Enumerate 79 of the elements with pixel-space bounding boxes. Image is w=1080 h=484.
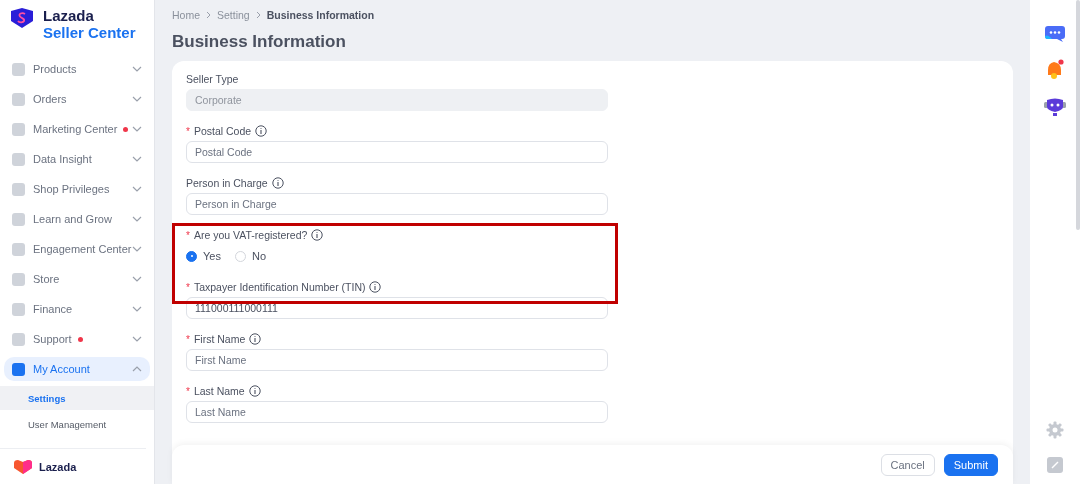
sidebar-item[interactable]: Data Insight [4,147,150,171]
field-label: Are you VAT-registered? [193,229,308,241]
sidebar-label: Engagement Center [33,243,132,255]
sidebar-label: My Account [33,363,90,375]
sidebar-label: Data Insight [33,153,92,165]
required-asterisk: * [186,333,190,345]
chevron-icon [132,276,142,282]
chevron-icon [255,11,261,19]
menu-icon [12,302,25,316]
sidebar-label: Products [33,63,77,75]
chevron-icon [132,96,142,102]
breadcrumb-link[interactable]: Home [172,9,200,21]
submit-button[interactable]: Submit [943,454,998,476]
sidebar-item[interactable]: Marketing Center [4,117,150,141]
field-label: Taxpayer Identification Number (TIN) [193,281,366,293]
field-label: First Name [193,333,246,345]
required-asterisk: * [186,229,190,241]
chevron-icon [206,11,211,19]
text-field[interactable]: Postal Code [186,141,608,163]
required-asterisk: * [186,281,190,293]
menu-icon [12,332,25,346]
chevron-icon [132,216,142,222]
required-asterisk: * [186,125,190,137]
chevron-icon [132,246,142,252]
menu-icon [12,122,25,136]
menu-icon [12,182,25,196]
chevron-icon [132,66,142,72]
chevron-icon [132,366,142,372]
sidebar-item[interactable]: Orders [4,87,150,111]
chevron-icon [132,336,142,342]
sidebar-item[interactable]: Support [4,327,150,351]
sidebar-item[interactable]: Finance [4,297,150,321]
text-field[interactable]: Last Name [186,401,608,423]
sidebar-label: Support [33,333,72,345]
breadcrumb-link[interactable]: Business Information [266,9,375,21]
heart-logo-icon [13,459,33,475]
text-field[interactable]: First Name [186,349,608,371]
submenu-item[interactable]: User Management [0,412,154,436]
sidebar-item[interactable]: Shop Privileges [4,177,150,201]
sidebar-label: Marketing Center [33,123,118,135]
logo-icon [9,7,35,29]
robot-icon[interactable] [1043,97,1067,117]
footer-logo-text: Lazada [39,461,77,473]
sidebar-item[interactable]: Products [4,57,150,81]
cancel-button[interactable]: Cancel [880,454,935,476]
logo-title: Lazada [43,7,95,24]
sidebar-label: Shop Privileges [33,183,110,195]
radio-option[interactable]: Yes [186,250,221,262]
field-label: Seller Type [186,73,239,85]
submenu-item[interactable]: Settings [0,386,154,410]
text-field[interactable]: Person in Charge [186,193,608,215]
menu-icon [12,272,25,286]
sidebar-item[interactable]: Store [4,267,150,291]
menu-icon [12,212,25,226]
sidebar-label: Finance [33,303,73,315]
chevron-icon [132,186,142,192]
sidebar-item[interactable]: Engagement Center [4,237,150,261]
sidebar-label: Orders [33,93,67,105]
breadcrumb-link[interactable]: Setting [217,9,250,21]
chevron-icon [132,156,142,162]
menu-icon [12,362,25,376]
chevron-icon [132,306,142,312]
radio-option[interactable]: No [234,250,266,262]
menu-icon [12,242,25,256]
field-label: Last Name [193,385,245,397]
chat-icon[interactable] [1044,25,1066,43]
page-title: Business Information [172,31,347,53]
required-asterisk: * [186,385,190,397]
sidebar-item[interactable]: Learn and Grow [4,207,150,231]
field-label: Person in Charge [186,177,268,189]
sidebar-item[interactable]: My Account [4,357,150,381]
sidebar-label: Learn and Grow [33,213,112,225]
sidebar-label: Store [33,273,60,285]
menu-icon [12,152,25,166]
menu-icon [12,92,25,106]
chevron-icon [132,126,142,132]
logo-subtitle: Seller Center [43,24,136,41]
menu-icon [12,62,25,76]
field-label: Postal Code [193,125,252,137]
